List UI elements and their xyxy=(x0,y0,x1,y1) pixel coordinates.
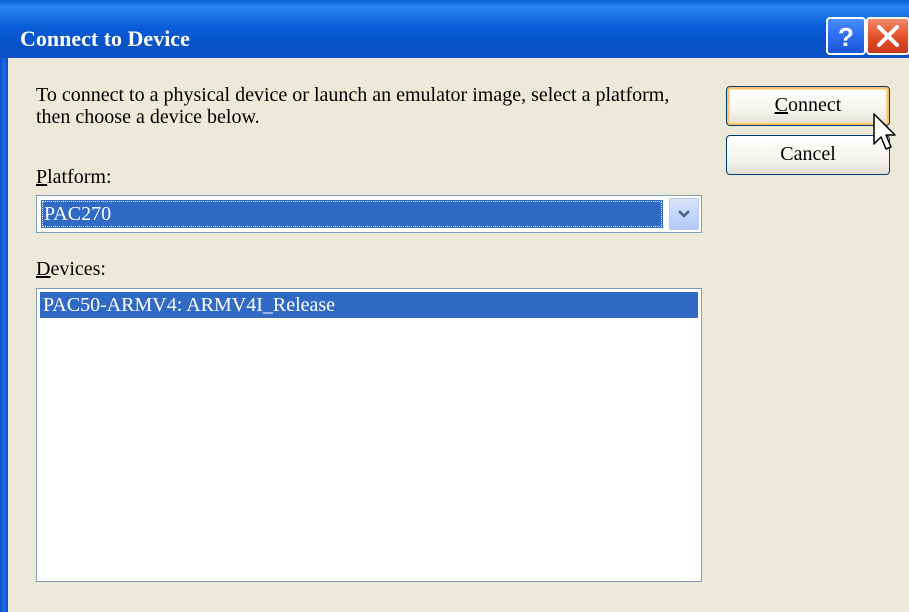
devices-label: Devices: xyxy=(36,258,106,280)
devices-label-text: evices: xyxy=(50,258,106,280)
platform-label-accesskey: P xyxy=(36,166,48,188)
chevron-down-icon xyxy=(678,210,690,218)
cancel-button[interactable]: Cancel xyxy=(726,135,890,175)
close-button[interactable] xyxy=(866,17,909,55)
svg-text:?: ? xyxy=(838,22,854,52)
platform-combobox[interactable]: PAC270 xyxy=(36,195,702,233)
connect-button-accesskey: C xyxy=(774,94,789,116)
connect-to-device-dialog: Connect to Device ? To connect to a phys… xyxy=(0,0,909,612)
platform-label-text: latform: xyxy=(47,166,112,188)
connect-button-text: onnect xyxy=(788,94,842,116)
devices-listbox[interactable]: PAC50-ARMV4: ARMV4I_Release xyxy=(36,288,702,582)
dialog-title: Connect to Device xyxy=(20,26,190,51)
platform-label: Platform: xyxy=(36,166,112,188)
help-button[interactable]: ? xyxy=(826,17,866,55)
platform-selected-value[interactable]: PAC270 xyxy=(41,200,663,228)
devices-label-accesskey: D xyxy=(36,258,51,280)
window-frame-left xyxy=(0,58,8,612)
platform-dropdown-button[interactable] xyxy=(669,198,699,230)
connect-button[interactable]: Connect xyxy=(726,86,890,126)
mouse-pointer-icon xyxy=(873,113,896,150)
instructions-text: To connect to a physical device or launc… xyxy=(36,84,670,128)
title-bar[interactable]: Connect to Device ? xyxy=(0,0,909,58)
question-mark-icon: ? xyxy=(838,22,854,52)
device-list-item[interactable]: PAC50-ARMV4: ARMV4I_Release xyxy=(40,292,698,318)
close-icon xyxy=(877,25,899,47)
dialog-body: To connect to a physical device or launc… xyxy=(8,58,909,612)
